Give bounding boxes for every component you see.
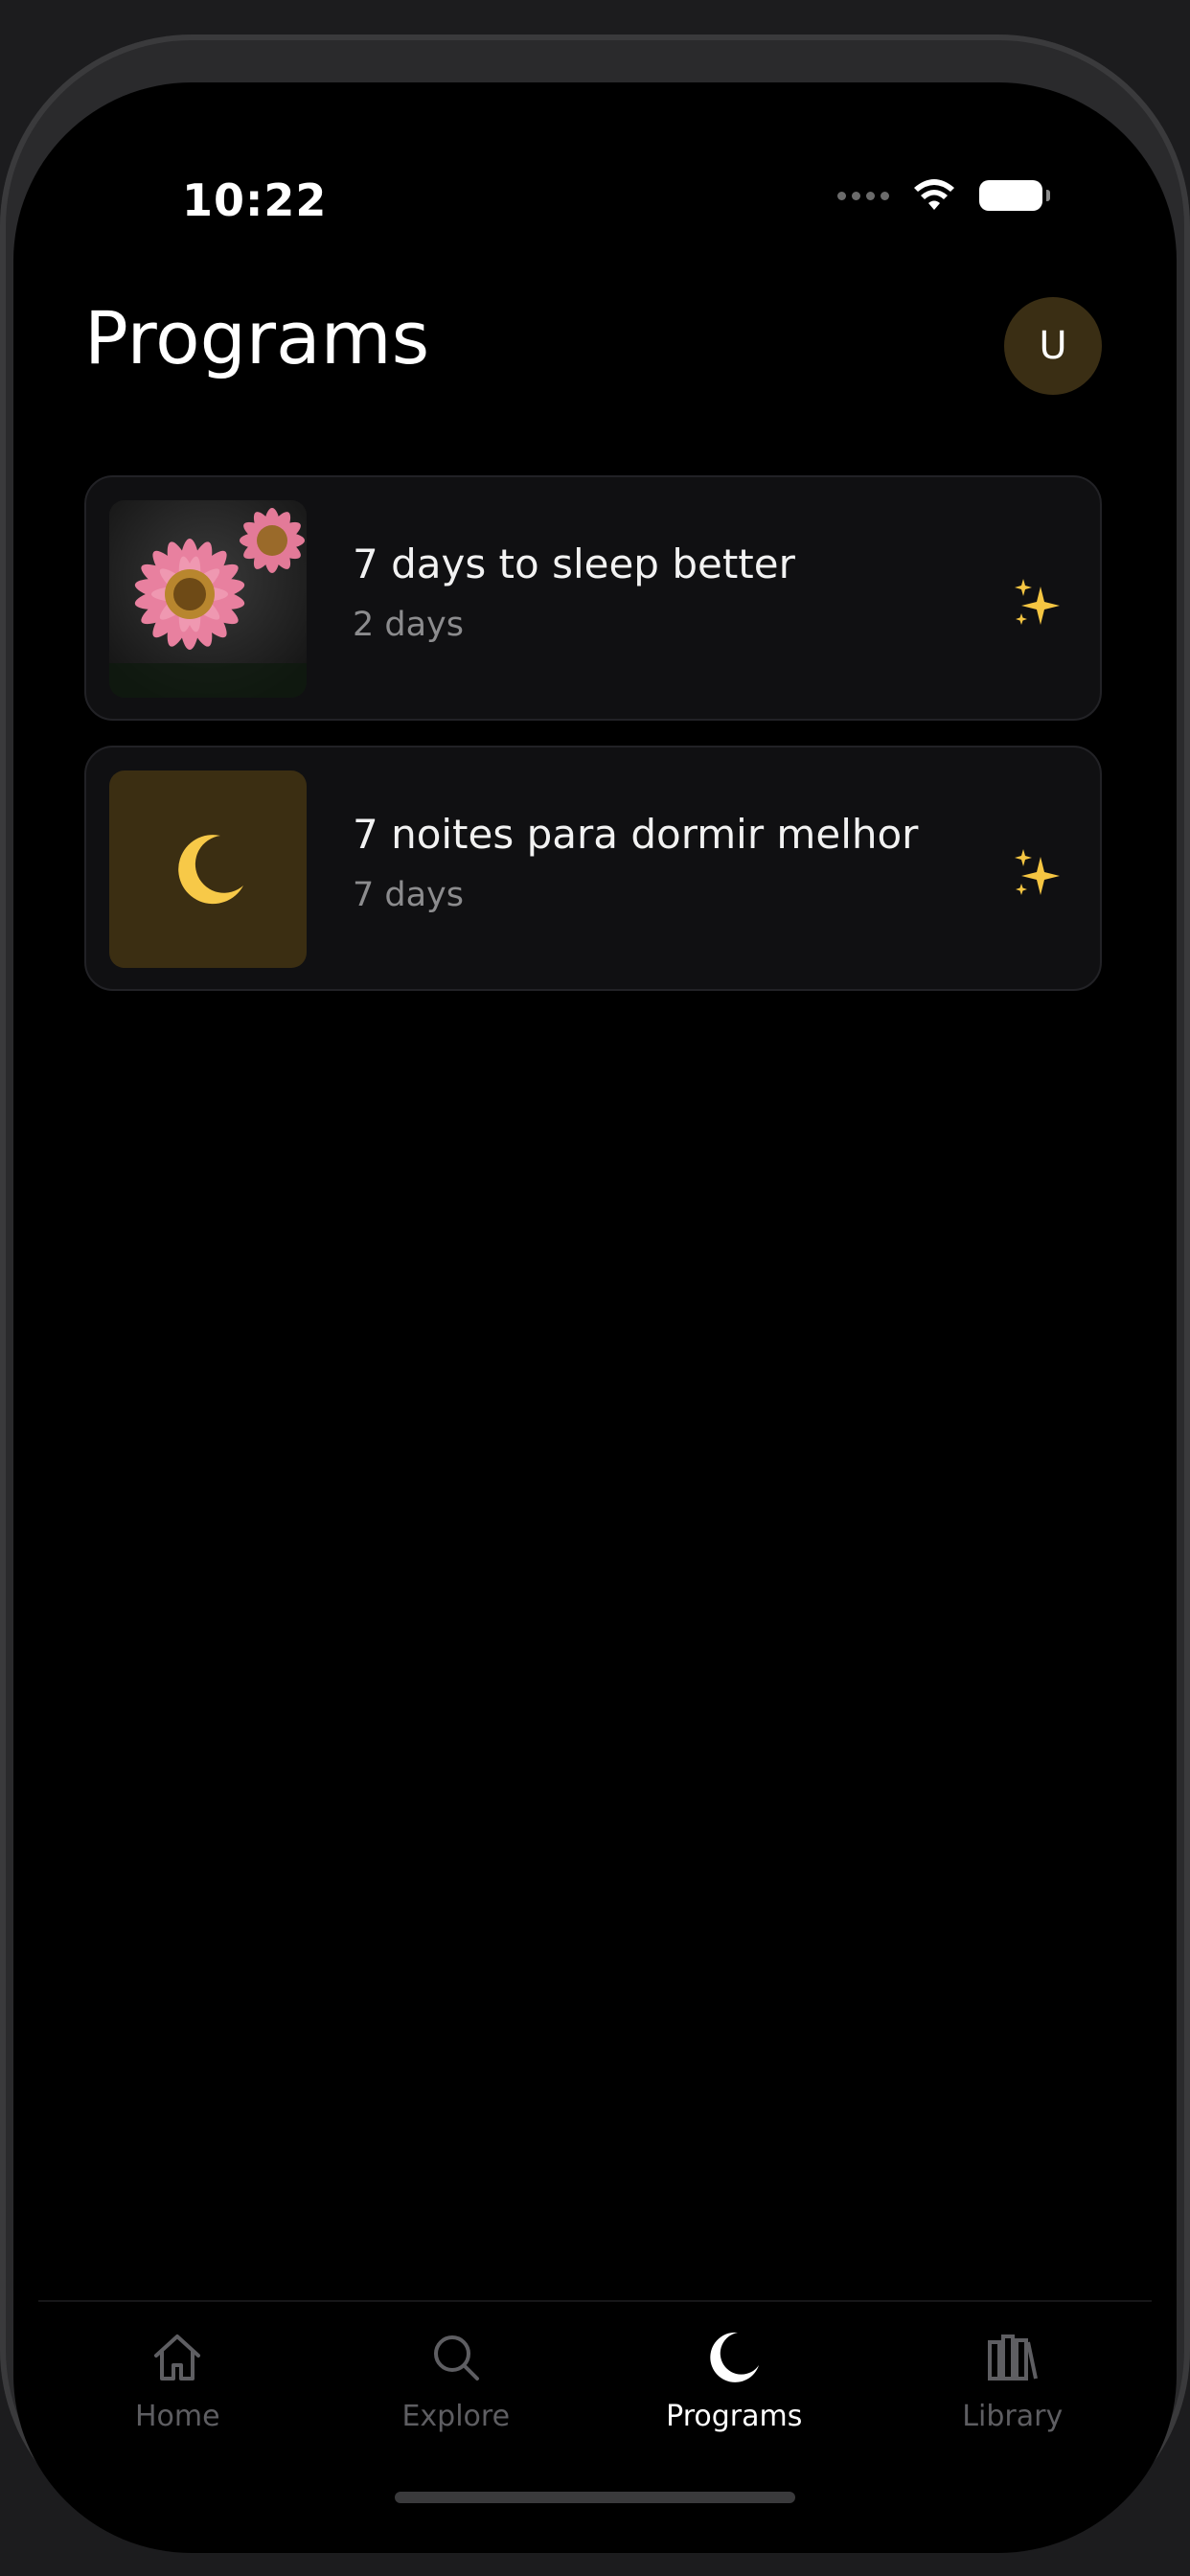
tab-label: Programs — [666, 2400, 803, 2433]
battery-icon — [979, 180, 1050, 211]
tab-label: Library — [962, 2400, 1064, 2433]
program-duration: 7 days — [353, 876, 465, 914]
flower-image — [109, 500, 307, 698]
cellular-signal-icon — [837, 191, 889, 200]
tab-label: Explore — [401, 2400, 511, 2433]
tab-label: Home — [134, 2400, 220, 2433]
tab-library[interactable]: Library — [874, 2315, 1153, 2469]
crescent-moon-icon — [109, 770, 307, 968]
tab-bar: Home Explore Programs Library — [38, 2315, 1152, 2469]
device-frame: 10:22 Programs U 7 days to sleep better … — [0, 34, 1190, 2553]
search-icon — [433, 2335, 479, 2380]
moon-icon — [710, 2332, 760, 2382]
program-title: 7 noites para dormir melhor — [353, 811, 919, 858]
sparkles-icon — [1015, 579, 1060, 625]
home-indicator[interactable] — [395, 2492, 795, 2503]
sparkles-icon — [1015, 849, 1060, 895]
screen: 10:22 Programs U 7 days to sleep better … — [13, 82, 1177, 2553]
avatar[interactable]: U — [1004, 297, 1102, 395]
library-icon — [987, 2334, 1038, 2380]
tab-home[interactable]: Home — [38, 2315, 317, 2469]
program-card[interactable]: 7 noites para dormir melhor 7 days — [84, 746, 1102, 991]
tab-programs[interactable]: Programs — [595, 2315, 874, 2469]
wifi-icon — [914, 179, 954, 210]
status-indicators — [837, 178, 1050, 213]
tabbar-divider — [38, 2300, 1152, 2302]
home-icon — [154, 2334, 201, 2380]
status-time: 10:22 — [182, 174, 328, 226]
page-title: Programs — [84, 295, 430, 380]
tab-explore[interactable]: Explore — [317, 2315, 596, 2469]
program-title: 7 days to sleep better — [353, 540, 795, 587]
program-duration: 2 days — [353, 606, 465, 644]
program-card[interactable]: 7 days to sleep better 2 days — [84, 475, 1102, 721]
